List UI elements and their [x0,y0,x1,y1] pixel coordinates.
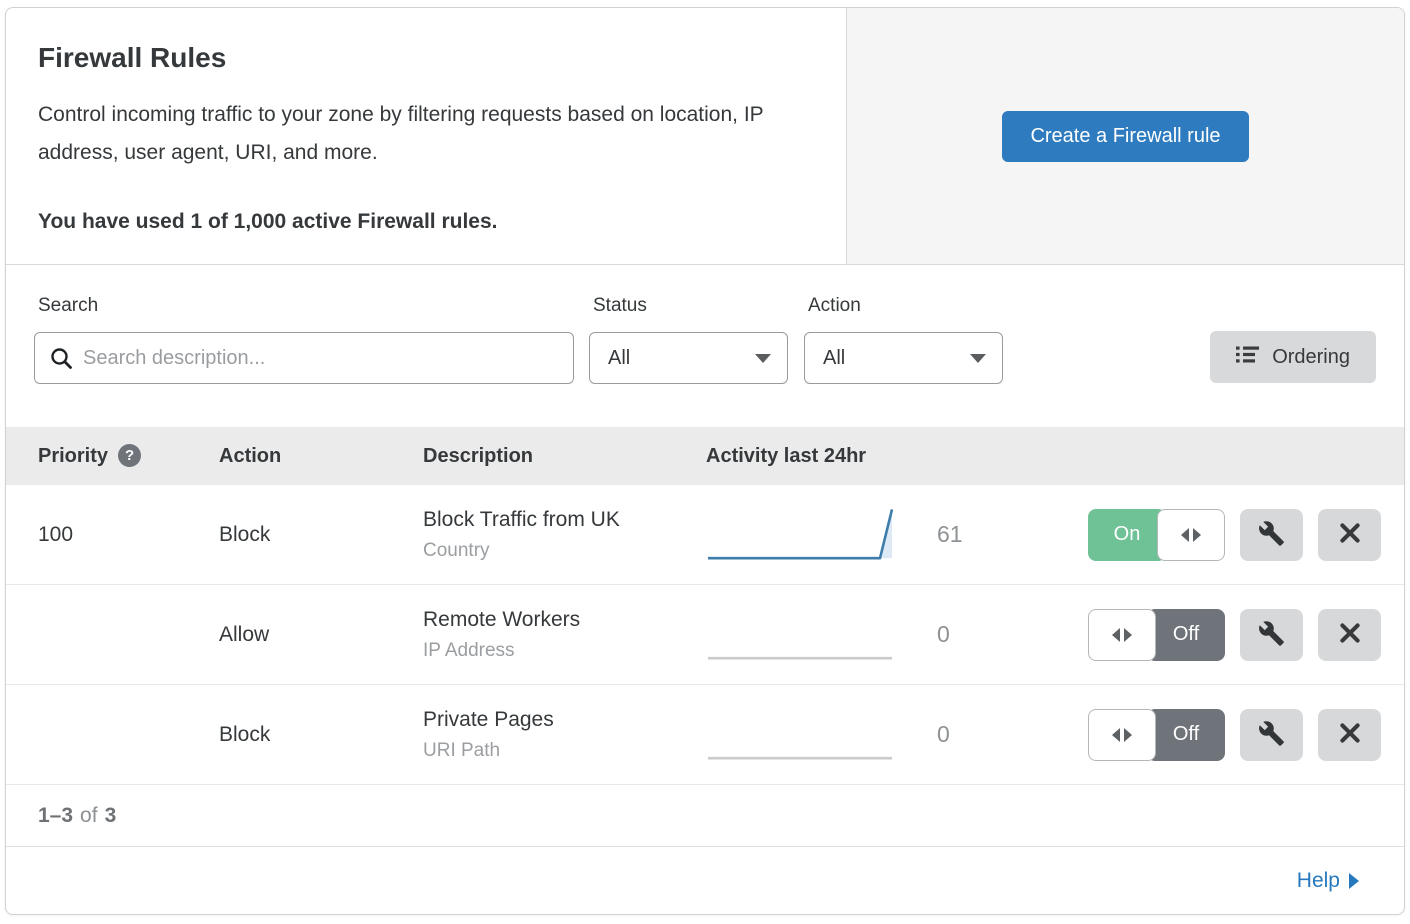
table-row: 100 Block Block Traffic from UK Country … [6,485,1404,585]
arrow-left-icon [1112,628,1120,642]
row-controls: Off [1088,709,1381,761]
header-action-panel: Create a Firewall rule [847,8,1404,264]
priority-cell: 100 [6,523,219,547]
close-icon [1337,520,1363,549]
arrow-right-icon [1349,873,1359,889]
ordered-list-icon [1236,346,1259,369]
action-selected-value: All [823,347,845,370]
rule-name: Remote Workers [423,608,706,632]
wrench-icon [1258,720,1285,750]
help-bar: Help [6,847,1404,914]
action-cell: Block [219,523,423,547]
close-icon [1337,720,1363,749]
arrow-right-icon [1124,628,1132,642]
header-section: Firewall Rules Control incoming traffic … [6,8,1404,265]
edit-rule-button[interactable] [1240,509,1303,561]
enabled-toggle[interactable]: Off [1088,609,1225,661]
action-cell: Allow [219,623,423,647]
arrow-right-icon [1124,728,1132,742]
rule-type: URI Path [423,740,706,762]
action-cell: Block [219,723,423,747]
edit-rule-button[interactable] [1240,609,1303,661]
rule-type: Country [423,540,706,562]
activity-sparkline [706,606,921,664]
action-select[interactable]: All [804,332,1003,384]
description-cell: Remote Workers IP Address [423,608,706,662]
search-icon [50,347,73,376]
row-controls: On [1088,509,1381,561]
page-title: Firewall Rules [38,42,814,74]
header-text-block: Firewall Rules Control incoming traffic … [6,8,847,264]
ordering-button-label: Ordering [1272,346,1350,369]
activity-sparkline [706,706,921,764]
table-row: Allow Remote Workers IP Address 0 Off [6,585,1404,685]
wrench-icon [1258,520,1285,550]
toggle-state-label: On [1088,509,1166,561]
action-label: Action [808,295,1003,317]
pagination-range: 1–3 [38,804,73,828]
arrow-left-icon [1181,528,1189,542]
arrow-right-icon [1193,528,1201,542]
column-description: Description [423,445,706,468]
enabled-toggle[interactable]: On [1088,509,1225,561]
search-group: Search [34,293,574,427]
pagination-bar: 1–3 of 3 [6,785,1404,847]
toggle-state-label: Off [1147,709,1225,761]
enabled-toggle[interactable]: Off [1088,709,1225,761]
page-description: Control incoming traffic to your zone by… [38,96,813,172]
table-header: Priority? Action Description Activity la… [6,427,1404,485]
rule-type: IP Address [423,640,706,662]
close-icon [1337,620,1363,649]
pagination-total: 3 [105,804,117,828]
description-cell: Block Traffic from UK Country [423,508,706,562]
activity-count: 0 [921,721,1006,748]
arrow-left-icon [1112,728,1120,742]
search-box [34,332,574,384]
filter-bar: Search Status All Action All [6,265,1404,427]
wrench-icon [1258,620,1285,650]
status-selected-value: All [608,347,630,370]
search-input[interactable] [35,333,573,383]
description-cell: Private Pages URI Path [423,708,706,762]
toggle-state-label: Off [1147,609,1225,661]
column-activity: Activity last 24hr [706,445,1006,468]
edit-rule-button[interactable] [1240,709,1303,761]
delete-rule-button[interactable] [1318,609,1381,661]
help-link[interactable]: Help [1297,869,1359,893]
create-firewall-rule-button[interactable]: Create a Firewall rule [1002,111,1248,162]
column-action: Action [219,445,423,468]
search-label: Search [38,295,574,317]
delete-rule-button[interactable] [1318,709,1381,761]
chevron-down-icon [755,354,771,363]
help-link-label: Help [1297,869,1340,893]
pagination-of: of [80,804,98,828]
row-controls: Off [1088,609,1381,661]
activity-count: 0 [921,621,1006,648]
action-filter-group: Action All [804,293,1003,427]
activity-sparkline [706,506,921,564]
status-filter-group: Status All [589,293,788,427]
toggle-knob[interactable] [1088,609,1156,661]
activity-count: 61 [921,521,1006,548]
rule-name: Block Traffic from UK [423,508,706,532]
column-priority: Priority? [6,444,219,468]
ordering-button[interactable]: Ordering [1210,331,1376,383]
delete-rule-button[interactable] [1318,509,1381,561]
toggle-knob[interactable] [1157,509,1225,561]
chevron-down-icon [970,354,986,363]
table-row: Block Private Pages URI Path 0 Off [6,685,1404,785]
toggle-knob[interactable] [1088,709,1156,761]
usage-note: You have used 1 of 1,000 active Firewall… [38,210,814,234]
firewall-rules-card: Firewall Rules Control incoming traffic … [5,7,1405,915]
status-label: Status [593,295,788,317]
status-select[interactable]: All [589,332,788,384]
help-question-icon[interactable]: ? [118,444,141,467]
rule-name: Private Pages [423,708,706,732]
